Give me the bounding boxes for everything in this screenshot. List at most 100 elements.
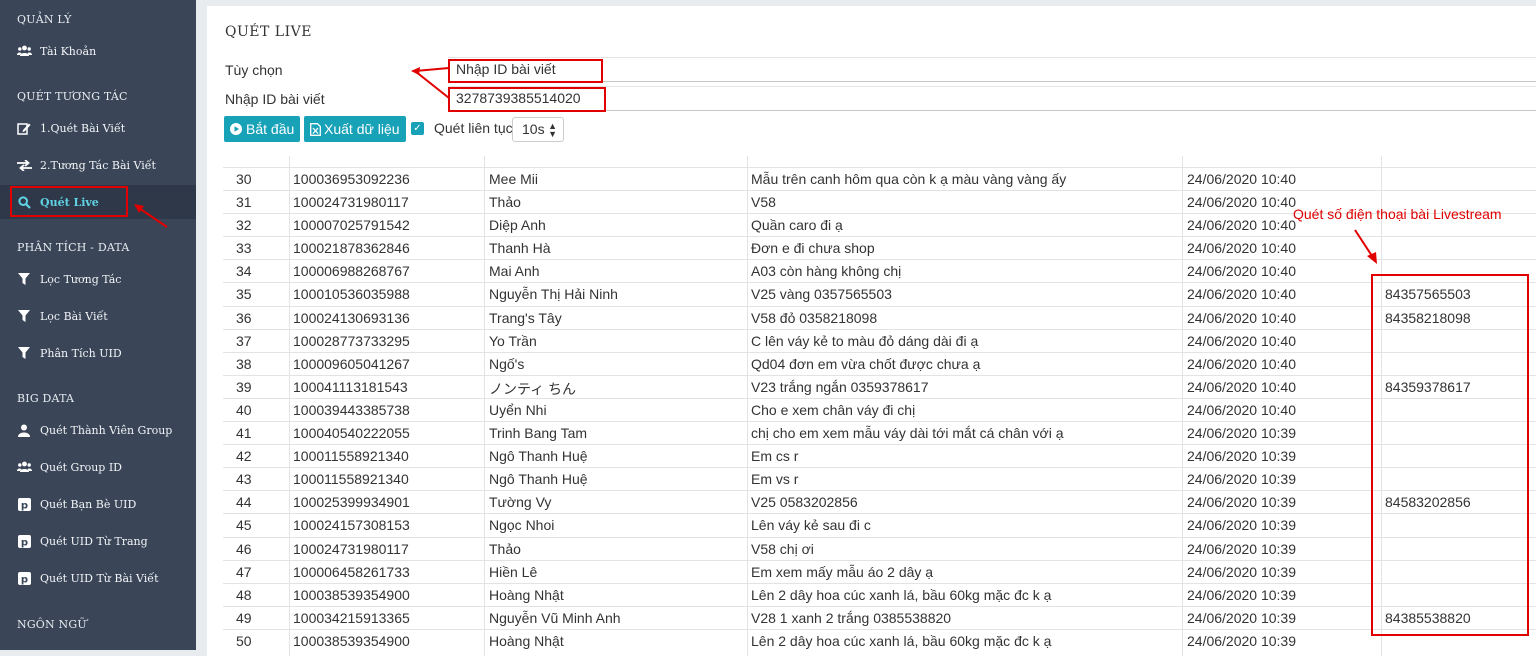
cell-uid: 100011558921340 <box>293 448 409 465</box>
cell-uid: 100024130693136 <box>293 309 410 326</box>
sidebar-item-loc-bai-viet[interactable]: Lọc Bài Viết <box>0 299 196 333</box>
cell-time: 24/06/2020 10:39 <box>1187 517 1296 534</box>
highlight-box-quet-live <box>10 186 128 217</box>
highlight-box-option <box>448 59 603 83</box>
sidebar-heading-phan-tich: PHÂN TÍCH - DATA <box>17 241 130 254</box>
cell-comment: C lên váy kẻ to màu đỏ dáng dài đi ạ <box>751 332 979 349</box>
cell-index: 32 <box>236 217 252 234</box>
comments-table: 30 100036953092236 Mee Mii Mẫu trên canh hô… <box>223 156 1536 652</box>
continuous-label: Quét liên tục <box>434 120 513 136</box>
cell-time: 24/06/2020 10:40 <box>1187 355 1296 372</box>
table-row[interactable]: 45 100024157308153 Ngọc Nhoi Lên váy kẻ sau… <box>223 513 1536 536</box>
cell-uid: 100011558921340 <box>293 471 409 488</box>
cell-index: 42 <box>236 448 252 465</box>
cell-index: 46 <box>236 540 252 557</box>
sidebar-item-quet-thanh-vien-group[interactable]: Quét Thành Viên Group <box>0 413 196 447</box>
sidebar-item-quet-uid-tu-trang[interactable]: p Quét UID Từ Trang <box>0 524 196 558</box>
cell-name: Trinh Bang Tam <box>489 425 588 442</box>
cell-uid: 100041113181543 <box>293 378 408 395</box>
cell-index: 30 <box>236 171 252 187</box>
cell-name: Trang's Tây <box>489 309 562 326</box>
option-label: Tùy chọn <box>225 62 283 78</box>
cell-uid: 100024157308153 <box>293 517 410 534</box>
cell-comment: Qd04 đơn em vừa chốt được chưa ạ <box>751 355 981 372</box>
table-row[interactable]: 30 100036953092236 Mee Mii Mẫu trên canh hô… <box>223 167 1536 190</box>
filter-icon <box>16 310 32 322</box>
play-circle-icon <box>230 123 242 135</box>
post-id-input[interactable]: 3278739385514020 <box>448 86 1536 111</box>
page-title: QUÉT LIVE <box>225 24 312 40</box>
cell-index: 34 <box>236 263 252 280</box>
cell-time: 24/06/2020 10:40 <box>1187 217 1296 234</box>
cell-uid: 100010536035988 <box>293 286 410 303</box>
cell-name: Nguyễn Thị Hải Ninh <box>489 286 618 303</box>
table-row[interactable]: 34 100006988268767 Mai Anh A03 còn hàng khô… <box>223 259 1536 282</box>
table-row[interactable]: 40 100039443385738 Uyển Nhi Cho e xem chân … <box>223 397 1536 421</box>
cell-comment: V58 chị ơi <box>751 540 814 557</box>
cell-index: 33 <box>236 240 252 257</box>
sidebar-item-phan-tich-uid[interactable]: Phân Tích UID <box>0 336 196 370</box>
sidebar-heading-quet-tuong-tac: QUÉT TƯƠNG TÁC <box>17 90 128 103</box>
cell-index: 48 <box>236 586 252 603</box>
cell-comment: V58 đỏ 0358218098 <box>751 309 878 326</box>
cell-time: 24/06/2020 10:39 <box>1187 425 1296 442</box>
cell-name: Ngọc Nhoi <box>489 517 555 534</box>
cell-index: 47 <box>236 563 252 580</box>
table-row[interactable]: 48 100038539354900 Hoàng Nhật Lên 2 dây hoa… <box>223 582 1536 606</box>
cell-name: Diệp Anh <box>489 217 546 234</box>
table-row[interactable]: 49 100034215913365 Nguyễn Vũ Minh Anh V28 1… <box>223 605 1536 629</box>
table-row[interactable]: 35 100010536035988 Nguyễn Thị Hải Ninh V25 … <box>223 282 1536 305</box>
table-row[interactable]: 36 100024130693136 Trang's Tây V58 đỏ 03582… <box>223 305 1536 329</box>
sidebar-item-quet-ban-be-uid[interactable]: p Quét Bạn Bè UID <box>0 487 196 521</box>
table-row[interactable]: 47 100006458261733 Hiền Lê Em xem mấy mẫu á… <box>223 559 1536 583</box>
table-row[interactable]: 37 100028773733295 Yo Trần C lên váy kẻ to … <box>223 328 1536 352</box>
sidebar-item-tuong-tac-bai-viet[interactable]: 2.Tương Tác Bài Viết <box>0 148 196 182</box>
sidebar-item-loc-tuong-tac[interactable]: Lọc Tương Tác <box>0 262 196 296</box>
table-row[interactable]: 50 100038539354900 Hoàng Nhật Lên 2 dây hoa… <box>223 628 1536 652</box>
highlight-box-phones <box>1371 274 1529 636</box>
cell-time: 24/06/2020 10:40 <box>1187 240 1296 257</box>
sidebar-item-quet-uid-tu-bai-viet[interactable]: p Quét UID Từ Bài Viết <box>0 561 196 595</box>
sidebar-item-quet-bai-viet[interactable]: 1.Quét Bài Viết <box>0 111 196 145</box>
table-row[interactable]: 42 100011558921340 Ngô Thanh Huệ Em cs r 24/… <box>223 444 1536 467</box>
cell-index: 44 <box>236 494 252 511</box>
cell-uid: 100007025791542 <box>293 217 410 234</box>
start-button[interactable]: Bắt đầu <box>224 116 301 142</box>
cell-comment: V25 vàng 0357565503 <box>751 286 892 303</box>
cell-time: 24/06/2020 10:40 <box>1187 309 1296 326</box>
svg-text:p: p <box>20 537 27 548</box>
cell-comment: Em xem mấy mẫu áo 2 dây ạ <box>751 563 934 580</box>
main-panel: QUÉT LIVE Tùy chọn Nhập ID bài viết Nhập… <box>207 6 1536 656</box>
table-row[interactable]: 46 100024731980117 Thảo V58 chị ơi 24/06/202… <box>223 536 1536 560</box>
sidebar-item-tai-khoan[interactable]: Tài Khoản <box>0 34 196 68</box>
table-row[interactable]: 43 100011558921340 Ngô Thanh Huệ Em vs r 24/… <box>223 467 1536 490</box>
table-row[interactable]: 33 100021878362846 Thanh Hà Đơn e đi chưa s… <box>223 236 1536 259</box>
sidebar-item-label: Quét UID Từ Trang <box>40 534 148 548</box>
cell-comment: Lên váy kẻ sau đi c <box>751 517 871 534</box>
export-button[interactable]: Xuất dữ liệu <box>304 116 406 142</box>
option-select[interactable]: Nhập ID bài viết <box>448 57 1536 82</box>
table-row[interactable]: 39 100041113181543 ノンティ ちん V23 trắng ngắn 0… <box>223 374 1536 398</box>
table-row[interactable]: 41 100040540222055 Trinh Bang Tam chị cho e… <box>223 421 1536 444</box>
sidebar-item-label: 1.Quét Bài Viết <box>40 121 126 135</box>
cell-comment: Em vs r <box>751 471 799 488</box>
interval-select[interactable]: 10s ▲ ▼ <box>512 117 564 142</box>
cell-index: 40 <box>236 401 252 418</box>
cell-name: ノンティ ちん <box>489 380 577 397</box>
highlight-box-post-id <box>448 87 606 112</box>
filter-icon <box>16 273 32 285</box>
table-row[interactable]: 38 100009605041267 Ngố's Qd04 đơn em vừa ch… <box>223 351 1536 375</box>
sidebar-item-quet-group-id[interactable]: Quét Group ID <box>0 450 196 484</box>
table-row[interactable]: 44 100025399934901 Tường Vy V25 0583202856 2… <box>223 490 1536 513</box>
continuous-checkbox[interactable]: ✓ <box>411 122 424 135</box>
cell-name: Tường Vy <box>489 494 552 511</box>
sidebar-item-label: Lọc Bài Viết <box>40 309 108 323</box>
cell-index: 38 <box>236 355 252 372</box>
cell-uid: 100021878362846 <box>293 240 410 257</box>
cell-uid: 100036953092236 <box>293 171 410 187</box>
cell-time: 24/06/2020 10:39 <box>1187 632 1296 649</box>
cell-index: 39 <box>236 378 252 395</box>
cell-index: 31 <box>236 194 252 211</box>
sidebar-heading-big-data: BIG DATA <box>17 392 75 405</box>
cell-time: 24/06/2020 10:39 <box>1187 540 1296 557</box>
